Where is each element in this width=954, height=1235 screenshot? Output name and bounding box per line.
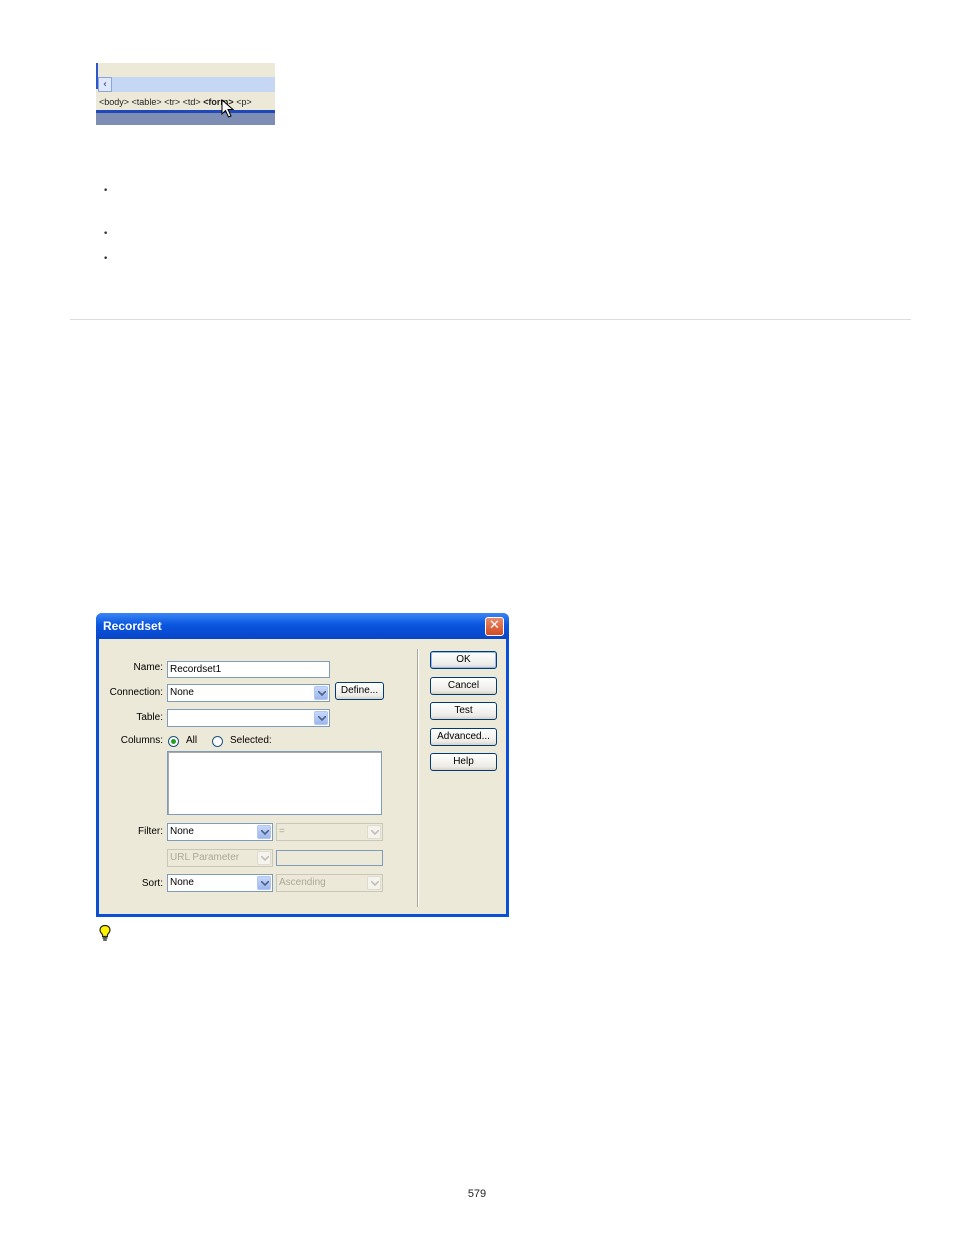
- ok-button[interactable]: OK: [430, 651, 497, 669]
- tag-selector-screenshot: ‹ <body> <table> <tr> <td> <form> <p>: [96, 63, 275, 125]
- sort-column-select[interactable]: None: [167, 874, 273, 892]
- filter-operator-value: =: [279, 826, 285, 837]
- name-input[interactable]: Recordset1: [167, 661, 330, 678]
- name-label: Name:: [133, 662, 163, 673]
- page-number: 579: [467, 1188, 487, 1200]
- filter-source-value: URL Parameter: [170, 852, 240, 863]
- scroll-left-icon[interactable]: ‹: [98, 77, 112, 92]
- table-label: Table:: [136, 712, 163, 723]
- tag-p[interactable]: <p>: [236, 97, 252, 107]
- filter-parameter-input: [276, 850, 383, 866]
- chevron-down-icon: [367, 876, 381, 890]
- columns-listbox[interactable]: [167, 751, 382, 815]
- filter-label: Filter:: [138, 826, 163, 837]
- mouse-pointer-icon: [221, 99, 235, 118]
- chevron-down-icon[interactable]: [314, 686, 328, 700]
- sort-order-value: Ascending: [279, 877, 326, 888]
- bullet-3: •: [103, 254, 109, 264]
- filter-source-select: URL Parameter: [167, 849, 273, 867]
- chevron-down-icon: [367, 825, 381, 839]
- bullet-2: •: [103, 229, 109, 239]
- help-button[interactable]: Help: [430, 753, 497, 771]
- close-icon[interactable]: ✕: [485, 617, 504, 636]
- bullet-1: •: [103, 186, 109, 196]
- connection-select[interactable]: None: [167, 684, 330, 702]
- advanced-button[interactable]: Advanced...: [430, 728, 497, 746]
- filter-column-select[interactable]: None: [167, 823, 273, 841]
- cancel-button[interactable]: Cancel: [430, 677, 497, 695]
- vertical-separator: [417, 649, 419, 907]
- sort-column-value: None: [170, 877, 194, 888]
- recordset-dialog: Recordset ✕ Name: Recordset1 Connection:…: [96, 613, 509, 917]
- columns-all-label[interactable]: All: [186, 735, 197, 746]
- tag-selector-bar: <body> <table> <tr> <td> <form> <p>: [96, 94, 275, 110]
- filter-column-value: None: [170, 826, 194, 837]
- tag-td[interactable]: <td>: [183, 97, 201, 107]
- section-divider: [70, 319, 911, 320]
- tag-table[interactable]: <table>: [132, 97, 162, 107]
- chevron-down-icon: [257, 851, 271, 865]
- sort-order-select: Ascending: [276, 874, 383, 892]
- chevron-down-icon[interactable]: [257, 876, 271, 890]
- chevron-down-icon[interactable]: [257, 825, 271, 839]
- horizontal-scrollbar[interactable]: [98, 77, 275, 92]
- connection-value: None: [170, 687, 194, 698]
- columns-selected-label[interactable]: Selected:: [230, 735, 272, 746]
- dialog-titlebar[interactable]: Recordset ✕: [96, 613, 509, 639]
- filter-operator-select: =: [276, 823, 383, 841]
- radio-selected-dot: [171, 739, 176, 744]
- tag-tr[interactable]: <tr>: [164, 97, 180, 107]
- dialog-body: Name: Recordset1 Connection: None Define…: [99, 639, 506, 914]
- chevron-down-icon[interactable]: [314, 711, 328, 725]
- columns-all-radio[interactable]: [168, 736, 179, 747]
- tag-body[interactable]: <body>: [99, 97, 129, 107]
- table-select[interactable]: [167, 709, 330, 727]
- define-button[interactable]: Define...: [335, 682, 384, 700]
- test-button[interactable]: Test: [430, 702, 497, 720]
- dialog-title: Recordset: [103, 619, 162, 633]
- panel-strip: [96, 113, 275, 125]
- connection-label: Connection:: [109, 687, 163, 698]
- columns-selected-radio[interactable]: [212, 736, 223, 747]
- lightbulb-icon: [99, 924, 111, 941]
- sort-label: Sort:: [141, 878, 163, 889]
- columns-label: Columns:: [120, 735, 163, 746]
